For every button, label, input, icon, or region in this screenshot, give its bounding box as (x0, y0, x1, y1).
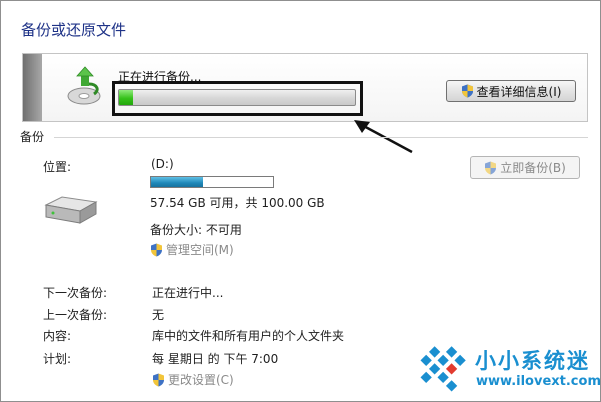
section-backup-label: 备份 (20, 130, 45, 144)
view-details-button[interactable]: 查看详细信息(I) (446, 80, 576, 102)
contents-label: 内容: (43, 329, 72, 343)
shield-icon (151, 243, 162, 256)
shield-icon (485, 161, 497, 174)
progress-highlight-box (112, 81, 363, 116)
schedule-label: 计划: (43, 352, 72, 366)
disk-space-text: 57.54 GB 可用，共 100.00 GB (150, 196, 325, 210)
change-settings-link[interactable]: 更改设置(C) (152, 371, 234, 388)
manage-space-link[interactable]: 管理空间(M) (150, 241, 234, 258)
last-backup-label: 上一次备份: (43, 308, 108, 322)
shield-icon (153, 373, 164, 386)
watermark-title: 小小系统迷 (475, 349, 590, 373)
last-backup-value: 无 (152, 308, 165, 322)
watermark-url: www.ilovext.com (476, 374, 601, 389)
hard-drive-icon (44, 196, 98, 224)
next-backup-value: 正在进行中... (152, 286, 224, 300)
location-label: 位置: (43, 160, 72, 174)
backup-status-panel: 正在进行备份... 查看详细信息(I) (22, 53, 588, 122)
backup-now-button[interactable]: 立即备份(B) (470, 156, 580, 179)
section-divider (54, 137, 588, 138)
backup-size-text: 备份大小: 不可用 (150, 223, 242, 237)
drive-letter: (D:) (151, 157, 174, 171)
shield-icon (461, 84, 473, 98)
view-details-label: 查看详细信息(I) (476, 84, 562, 99)
disk-usage-fill (151, 177, 204, 187)
page-title: 备份或还原文件 (21, 21, 127, 39)
change-settings-label: 更改设置(C) (168, 373, 234, 387)
backup-disc-icon (67, 66, 101, 105)
contents-value: 库中的文件和所有用户的个人文件夹 (152, 329, 345, 343)
status-strip (23, 54, 42, 121)
next-backup-label: 下一次备份: (43, 286, 108, 300)
watermark-logo-icon (420, 346, 466, 392)
manage-space-label: 管理空间(M) (166, 243, 234, 257)
annotation-arrow (354, 120, 413, 154)
disk-usage-bar (150, 176, 274, 188)
backup-now-label: 立即备份(B) (500, 161, 566, 175)
schedule-value: 每 星期日 的 下午 7:00 (152, 352, 279, 366)
